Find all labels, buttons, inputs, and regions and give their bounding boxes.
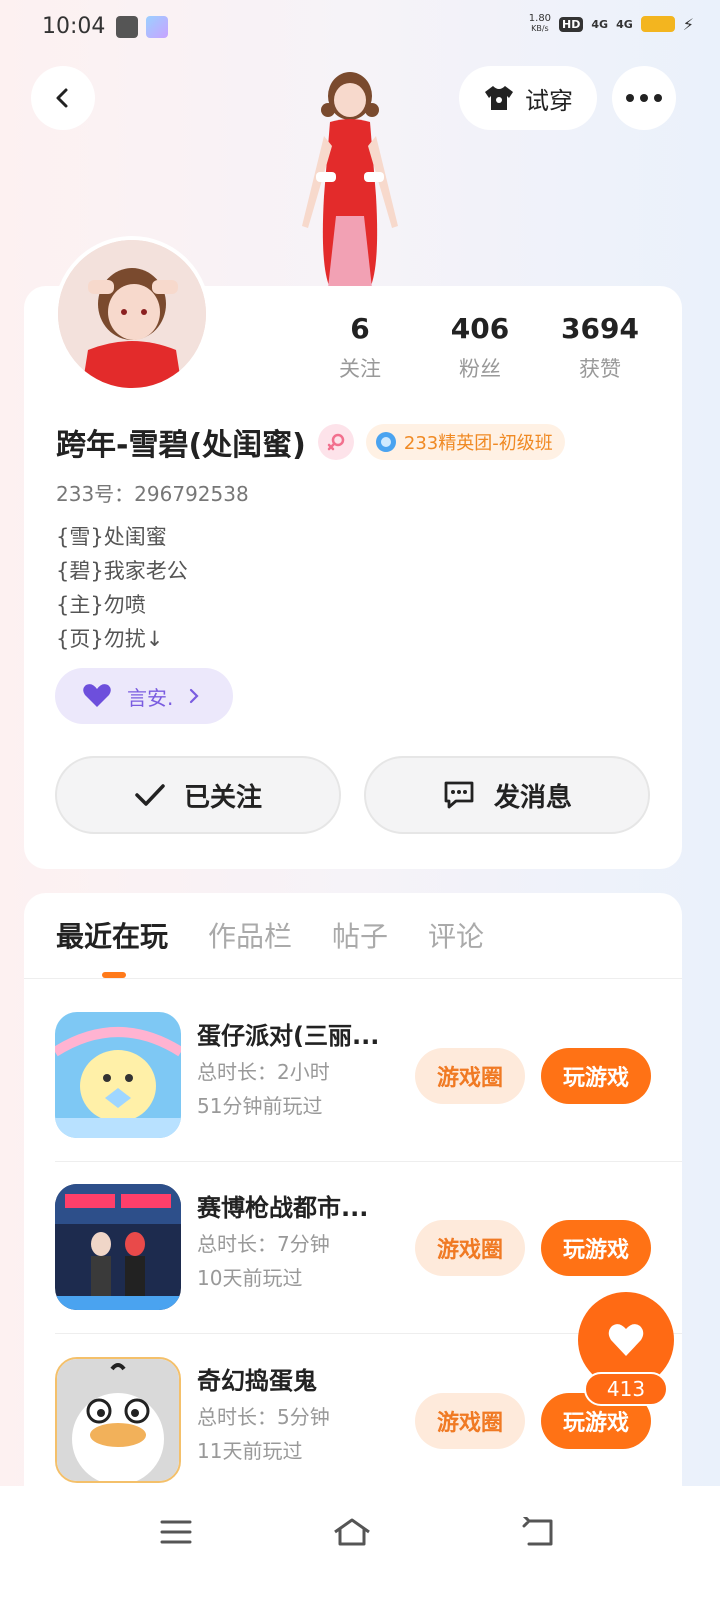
partner-chip[interactable]: 言安. bbox=[55, 668, 233, 724]
game-title: 奇幻捣蛋鬼 bbox=[197, 1367, 317, 1395]
avatar[interactable] bbox=[54, 236, 210, 392]
hd-icon: HD bbox=[559, 16, 584, 32]
profile-bio: {雪}处闺蜜 {碧}我家老公 {主}勿喷 {页}勿扰↓ bbox=[56, 525, 188, 651]
game-last-played: 11天前玩过 bbox=[197, 1439, 303, 1463]
profile-name: 跨年-雪碧(处闺蜜) bbox=[56, 428, 306, 463]
app-notification-icon bbox=[146, 16, 168, 38]
game-circle-button[interactable]: 游戏圈 bbox=[415, 1220, 525, 1276]
game-last-played: 10天前玩过 bbox=[197, 1266, 303, 1290]
stat-likes[interactable]: 3694 获赞 bbox=[540, 312, 660, 383]
partner-name: 言安. bbox=[127, 685, 174, 710]
check-icon bbox=[135, 784, 165, 806]
name-row: 跨年-雪碧(处闺蜜) 233精英团-初级班 bbox=[56, 420, 565, 464]
game-title: 赛博枪战都市... bbox=[197, 1194, 369, 1222]
profile-stats: 6 关注 406 粉丝 3694 获赞 bbox=[300, 312, 660, 383]
status-time: 10:04 bbox=[42, 14, 106, 39]
system-nav-bar bbox=[0, 1486, 720, 1600]
screen-cast-icon bbox=[116, 16, 138, 38]
play-game-button[interactable]: 玩游戏 bbox=[541, 1220, 651, 1276]
game-circle-button[interactable]: 游戏圈 bbox=[415, 1393, 525, 1449]
stat-fans[interactable]: 406 粉丝 bbox=[420, 312, 540, 383]
signal-icon: 4G bbox=[591, 17, 609, 31]
game-row[interactable]: 赛博枪战都市... 总时长：7分钟 10天前玩过 游戏圈 玩游戏 bbox=[55, 1162, 682, 1334]
like-count: 413 bbox=[584, 1372, 668, 1406]
play-game-button[interactable]: 玩游戏 bbox=[541, 1048, 651, 1104]
charging-icon: ⚡ bbox=[682, 14, 694, 34]
following-button[interactable]: 已关注 bbox=[55, 756, 341, 834]
game-icon bbox=[55, 1012, 181, 1138]
chat-bubble-icon bbox=[444, 781, 474, 809]
status-right: 1.80 KB/s HD 4G 4G ⚡ bbox=[529, 14, 694, 34]
chevron-right-icon bbox=[190, 688, 199, 704]
female-icon bbox=[317, 424, 354, 460]
game-circle-button[interactable]: 游戏圈 bbox=[415, 1048, 525, 1104]
game-last-played: 51分钟前玩过 bbox=[197, 1094, 323, 1118]
try-on-label: 试穿 bbox=[525, 86, 573, 115]
game-duration: 总时长：7分钟 bbox=[197, 1232, 330, 1256]
game-icon bbox=[55, 1357, 181, 1483]
try-on-button[interactable]: 试穿 bbox=[459, 66, 597, 130]
chevron-left-icon bbox=[56, 88, 68, 108]
tab-works[interactable]: 作品栏 bbox=[208, 915, 292, 955]
menu-icon[interactable] bbox=[154, 1510, 198, 1554]
send-message-button[interactable]: 发消息 bbox=[364, 756, 650, 834]
back-nav-icon[interactable] bbox=[516, 1510, 560, 1554]
stat-following[interactable]: 6 关注 bbox=[300, 312, 420, 383]
level-badge[interactable]: 233精英团-初级班 bbox=[365, 424, 565, 460]
game-duration: 总时长：5分钟 bbox=[197, 1405, 330, 1429]
battery-icon bbox=[640, 16, 675, 32]
game-title: 蛋仔派对(三丽... bbox=[197, 1022, 380, 1050]
game-icon bbox=[55, 1184, 181, 1310]
avatar-character bbox=[280, 66, 420, 288]
more-button[interactable] bbox=[612, 66, 676, 130]
net-speed: 1.80 KB/s bbox=[528, 13, 552, 34]
profile-tabs: 最近在玩 作品栏 帖子 评论 bbox=[56, 915, 484, 955]
back-button[interactable] bbox=[31, 66, 95, 130]
more-dots-icon bbox=[626, 94, 662, 102]
heart-icon bbox=[83, 684, 111, 707]
game-row[interactable]: 蛋仔派对(三丽... 总时长：2小时 51分钟前玩过 游戏圈 玩游戏 bbox=[55, 990, 682, 1162]
home-icon[interactable] bbox=[330, 1510, 374, 1554]
status-bar: 10:04 1.80 KB/s HD 4G 4G ⚡ bbox=[0, 0, 720, 56]
game-duration: 总时长：2小时 bbox=[197, 1060, 330, 1084]
signal-icon: 4G bbox=[616, 17, 633, 31]
tab-posts[interactable]: 帖子 bbox=[332, 915, 388, 955]
shirt-icon bbox=[485, 86, 513, 110]
tab-comments[interactable]: 评论 bbox=[428, 915, 484, 955]
tab-recently-played[interactable]: 最近在玩 bbox=[56, 915, 168, 955]
user-id: 233号：296792538 bbox=[56, 482, 249, 506]
tab-divider bbox=[24, 978, 682, 979]
level-emblem-icon bbox=[375, 432, 396, 452]
heart-icon bbox=[608, 1324, 644, 1356]
